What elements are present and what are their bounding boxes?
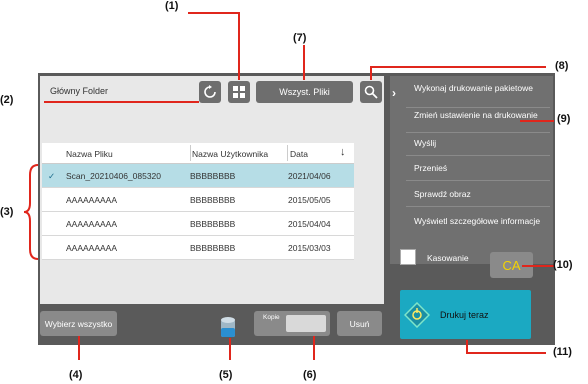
delete-button[interactable]: Usuń (337, 311, 382, 336)
row-user-name: BBBBBBBB (190, 243, 236, 253)
row-date: 2015/03/03 (288, 243, 331, 253)
row-bracket (22, 163, 40, 261)
thumbnail-view-button[interactable] (228, 81, 250, 103)
search-icon (364, 85, 378, 99)
row-date: 2021/04/06 (288, 171, 331, 181)
table-row[interactable]: AAAAAAAAA BBBBBBBB 2015/04/04 (42, 212, 354, 236)
row-date: 2015/05/05 (288, 195, 331, 205)
col-header-date[interactable]: Data (290, 149, 308, 159)
row-user-name: BBBBBBBB (190, 219, 236, 229)
callout-4: (4) (69, 369, 83, 381)
search-button[interactable] (360, 81, 382, 103)
menu-move[interactable]: Przenieś (414, 163, 564, 173)
menu-check-image[interactable]: Sprawdź obraz (414, 189, 564, 199)
refresh-icon (204, 85, 216, 98)
copies-input[interactable] (286, 315, 326, 332)
col-header-file-name[interactable]: Nazwa Pliku (66, 149, 113, 159)
print-now-label: Drukuj teraz (440, 309, 489, 320)
col-header-user-name[interactable]: Nazwa Użytkownika (192, 149, 268, 159)
table-row[interactable]: ✓ Scan_20210406_085320 BBBBBBBB 2021/04/… (42, 164, 354, 188)
table-row[interactable]: AAAAAAAAA BBBBBBBB 2015/03/03 (42, 236, 354, 260)
callout-7: (7) (293, 32, 307, 44)
table-row[interactable]: AAAAAAAAA BBBBBBBB 2015/05/05 (42, 188, 354, 212)
start-diamond-icon (404, 301, 430, 328)
row-user-name: BBBBBBBB (190, 195, 236, 205)
callout-10: (10) (553, 259, 573, 271)
menu-send[interactable]: Wyślij (414, 138, 564, 148)
callout-8: (8) (555, 60, 569, 72)
erase-label: Kasowanie (427, 253, 469, 263)
menu-show-details[interactable]: Wyświetl szczegółowe informacje (414, 216, 544, 226)
select-all-button[interactable]: Wybierz wszystko (40, 311, 117, 336)
print-now-button[interactable]: Drukuj teraz (400, 290, 531, 339)
row-user-name: BBBBBBBB (190, 171, 236, 181)
check-icon: ✓ (48, 171, 56, 181)
row-file-name: AAAAAAAAA (66, 195, 118, 205)
row-file-name: AAAAAAAAA (66, 243, 118, 253)
callout-11: (11) (553, 346, 572, 358)
callout-9: (9) (557, 113, 571, 125)
row-date: 2015/04/04 (288, 219, 331, 229)
callout-6: (6) (303, 369, 317, 381)
menu-change-print-settings[interactable]: Zmień ustawienie na drukowanie (414, 110, 544, 120)
row-file-name: AAAAAAAAA (66, 219, 118, 229)
chevron-right-icon[interactable]: › (392, 86, 402, 106)
menu-batch-print[interactable]: Wykonaj drukowanie pakietowe (414, 83, 544, 93)
grid-icon (233, 86, 245, 98)
callout-1: (1) (165, 0, 179, 12)
row-file-name: Scan_20210406_085320 (66, 171, 162, 181)
copies-control[interactable]: Kopie (254, 311, 330, 336)
folder-label: Główny Folder (50, 86, 109, 96)
callout-5: (5) (219, 369, 233, 381)
table-header: Nazwa Pliku Nazwa Użytkownika Data ↓ (42, 143, 354, 164)
erase-checkbox[interactable] (400, 249, 416, 265)
callout-2: (2) (0, 94, 14, 106)
copies-label: Kopie (263, 314, 280, 321)
callout-3: (3) (0, 206, 14, 218)
storage-icon (220, 316, 236, 338)
sort-arrow-icon[interactable]: ↓ (340, 146, 346, 158)
all-files-button[interactable]: Wszyst. Pliki (256, 81, 353, 103)
refresh-button[interactable] (199, 81, 221, 103)
